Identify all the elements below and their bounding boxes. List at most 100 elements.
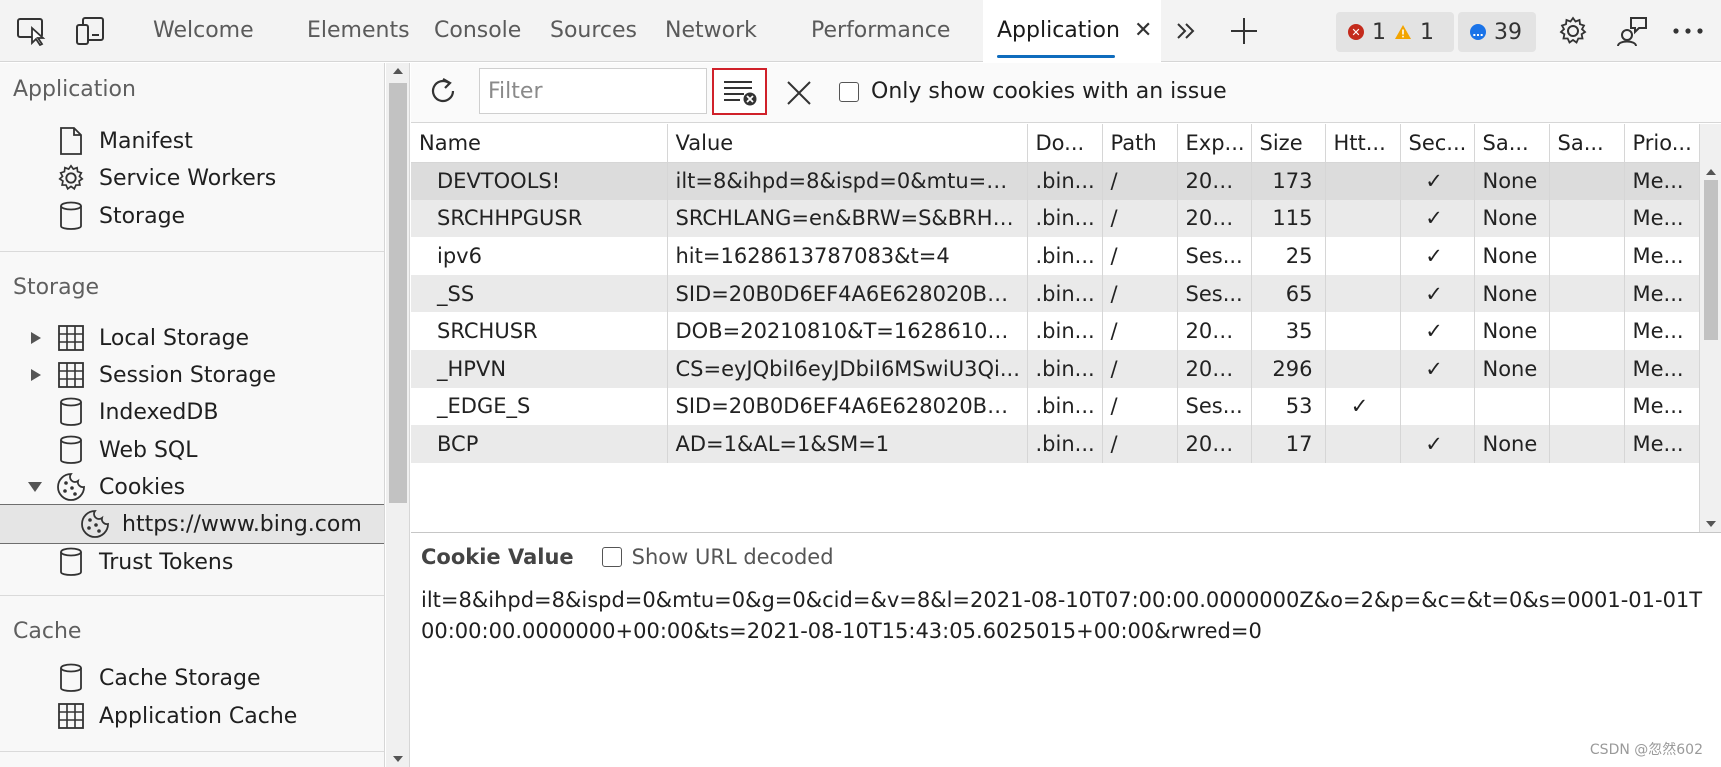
cell-httponly [1325, 349, 1401, 388]
only-issue-toggle[interactable]: Only show cookies with an issue [839, 79, 1227, 104]
column-header[interactable]: Name [411, 124, 668, 163]
cell-value: CS=eyJQbiI6eyJDbiI6MSwiU3Qi... [667, 349, 1028, 388]
sidebar-divider [0, 595, 384, 596]
more-tabs-icon[interactable] [1168, 13, 1204, 49]
settings-gear-icon[interactable] [1555, 13, 1591, 49]
cell-path: / [1102, 162, 1178, 200]
cell-path: / [1102, 387, 1178, 426]
cell-samesite: None [1474, 312, 1550, 350]
table-row[interactable]: ipv6 hit=1628613787083&t=4 .bin... / Ses… [411, 237, 1721, 275]
cell-name: DEVTOOLS! [411, 162, 668, 200]
close-tab-icon[interactable]: ✕ [1134, 0, 1152, 62]
delete-selected-icon[interactable] [781, 75, 817, 111]
cell-samesite: None [1474, 162, 1550, 200]
expand-arrow-icon[interactable] [30, 368, 42, 382]
sidebar-item-web-sql[interactable]: Web SQL [0, 432, 384, 468]
show-url-decoded-toggle[interactable]: Show URL decoded [601, 545, 834, 569]
table-row[interactable]: SRCHHPGUSR SRCHLANG=en&BRW=S&BRH=... .bi… [411, 199, 1721, 238]
device-emulation-icon[interactable] [72, 13, 108, 49]
tab-welcome[interactable]: Welcome [153, 0, 254, 62]
cell-expires: 202... [1177, 425, 1252, 463]
only-issue-checkbox[interactable] [839, 81, 859, 102]
column-header[interactable]: Do... [1027, 124, 1103, 163]
sidebar-item-session-storage[interactable]: Session Storage [0, 357, 384, 393]
section-cache-heading: Cache [13, 619, 82, 644]
sidebar-item-trust-tokens[interactable]: Trust Tokens [0, 544, 384, 580]
column-header[interactable]: Htt... [1325, 124, 1401, 163]
scroll-up-icon[interactable] [1705, 168, 1717, 176]
expand-arrow-icon[interactable] [30, 331, 42, 345]
cell-httponly [1325, 312, 1401, 350]
sidebar-scrollbar[interactable] [386, 63, 410, 767]
cookie-value-text[interactable]: ilt=8&ihpd=8&ispd=0&mtu=0&g=0&cid=&v=8&l… [421, 585, 1711, 647]
more-options-icon[interactable] [1670, 13, 1706, 49]
cell-secure: ✓ [1400, 199, 1475, 238]
table-scrollbar[interactable] [1699, 124, 1721, 532]
error-icon: ✕ [1348, 24, 1364, 40]
column-header[interactable]: Sa... [1474, 124, 1550, 163]
table-row[interactable]: _SS SID=20B0D6EF4A6E628020B5C6... .bin..… [411, 274, 1721, 313]
column-header[interactable]: Sec... [1400, 124, 1475, 163]
scroll-down-icon[interactable] [392, 755, 404, 763]
gear-icon [56, 163, 86, 193]
show-url-decoded-label: Show URL decoded [631, 545, 834, 569]
tab-console[interactable]: Console [434, 0, 521, 62]
messages-badge[interactable]: … 39 [1458, 12, 1536, 52]
devtools-tab-bar: Welcome Elements Console Sources Network… [0, 0, 1721, 62]
filter-input[interactable] [479, 68, 707, 114]
table-row[interactable]: BCP AD=1&AL=1&SM=1 .bin... / 202... 17 ✓… [411, 425, 1721, 463]
cookie-value-header: Cookie Value Show URL decoded [421, 545, 834, 569]
column-header[interactable]: Path [1102, 124, 1178, 163]
add-tab-icon[interactable] [1226, 13, 1262, 49]
column-header[interactable]: Size [1251, 124, 1326, 163]
collapse-arrow-icon[interactable] [27, 481, 43, 493]
table-row[interactable]: _EDGE_S SID=20B0D6EF4A6E628020B5C6... .b… [411, 387, 1721, 426]
issues-badge[interactable]: ✕ 1 1 [1336, 12, 1454, 52]
cell-size: 25 [1251, 237, 1326, 275]
sidebar-item-label: Web SQL [99, 437, 198, 463]
sidebar-item-label: Trust Tokens [99, 549, 234, 575]
cell-path: / [1102, 312, 1178, 350]
cell-size: 115 [1251, 199, 1326, 238]
feedback-icon[interactable] [1614, 13, 1650, 49]
database-icon [56, 663, 86, 693]
cookies-table: Name Value Do... Path Exp... Size Htt...… [411, 124, 1721, 463]
sidebar-item-indexeddb[interactable]: IndexedDB [0, 394, 384, 430]
sidebar-item-local-storage[interactable]: Local Storage [0, 320, 384, 356]
sidebar-item-label: Cache Storage [99, 665, 261, 691]
cell-domain: .bin... [1027, 237, 1103, 275]
table-scroll-thumb[interactable] [1704, 180, 1718, 340]
scroll-down-icon[interactable] [1705, 520, 1717, 528]
sidebar-item-cookies[interactable]: Cookies [0, 469, 384, 505]
sidebar-item-manifest[interactable]: Manifest [0, 123, 384, 159]
tab-sources[interactable]: Sources [550, 0, 637, 62]
table-header-row: Name Value Do... Path Exp... Size Htt...… [411, 124, 1721, 163]
clear-all-cookies-button[interactable] [712, 68, 767, 115]
scroll-up-icon[interactable] [392, 67, 404, 75]
sidebar-item-application-cache[interactable]: Application Cache [0, 698, 384, 734]
column-header[interactable]: Exp... [1177, 124, 1252, 163]
cell-expires: 202... [1177, 349, 1252, 388]
sidebar-item-storage[interactable]: Storage [0, 198, 384, 234]
tab-application[interactable]: Application ✕ [983, 0, 1161, 62]
table-row[interactable]: DEVTOOLS! ilt=8&ihpd=8&ispd=0&mtu=0&... … [411, 162, 1721, 200]
show-url-decoded-checkbox[interactable] [601, 547, 622, 567]
sidebar-item-cookie-origin[interactable]: https://www.bing.com [0, 504, 384, 544]
column-header[interactable]: Sa... [1549, 124, 1625, 163]
table-row[interactable]: _HPVN CS=eyJQbiI6eyJDbiI6MSwiU3Qi... .bi… [411, 349, 1721, 388]
inspect-element-icon[interactable] [14, 13, 50, 49]
sidebar-scroll-thumb[interactable] [389, 83, 407, 503]
cell-secure: ✓ [1400, 237, 1475, 275]
refresh-icon[interactable] [425, 73, 461, 109]
sidebar-item-cache-storage[interactable]: Cache Storage [0, 660, 384, 696]
cell-value: DOB=20210810&T=1628610183... [667, 312, 1028, 350]
cell-path: / [1102, 199, 1178, 238]
tab-elements[interactable]: Elements [307, 0, 410, 62]
sidebar-item-service-workers[interactable]: Service Workers [0, 160, 384, 196]
tab-network[interactable]: Network [665, 0, 757, 62]
table-row[interactable]: SRCHUSR DOB=20210810&T=1628610183... .bi… [411, 312, 1721, 350]
cell-size: 53 [1251, 387, 1326, 426]
section-storage-heading: Storage [13, 275, 100, 300]
tab-performance[interactable]: Performance [811, 0, 950, 62]
column-header[interactable]: Value [667, 124, 1028, 163]
